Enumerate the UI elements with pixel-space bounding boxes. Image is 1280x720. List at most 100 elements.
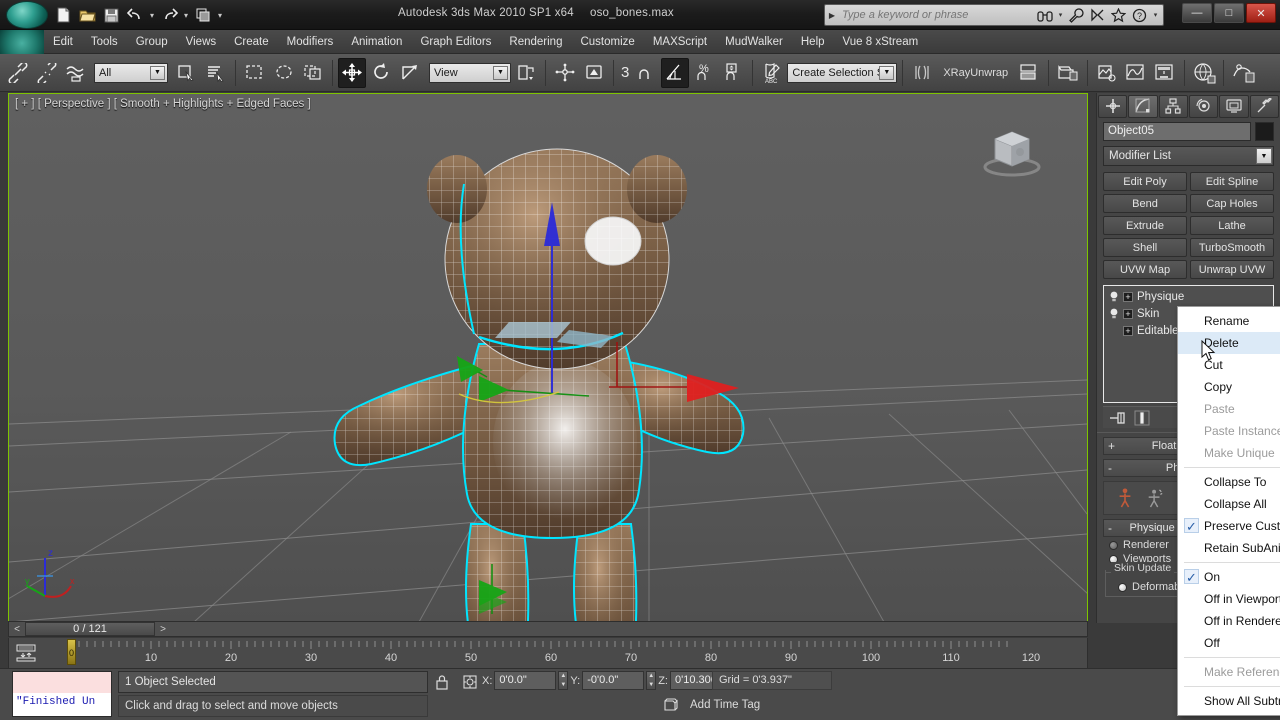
select-move-icon[interactable] — [338, 58, 366, 88]
select-object-icon[interactable] — [173, 58, 201, 88]
ctx-item-rename[interactable]: Rename — [1178, 310, 1280, 332]
angle-snap-icon[interactable] — [661, 58, 689, 88]
modifier-list-dropdown-icon[interactable]: ▼ — [1256, 148, 1272, 164]
time-slider[interactable]: < 0 / 121 > — [8, 621, 1088, 637]
save-icon[interactable] — [100, 4, 122, 26]
window-crossing-icon[interactable] — [299, 58, 327, 88]
redo-icon[interactable] — [158, 4, 180, 26]
ctx-item-preserve-custom-attributes[interactable]: ✓ Preserve Custom Attributes — [1178, 515, 1280, 537]
maxscript-input-row[interactable] — [13, 672, 111, 693]
mirror-icon[interactable] — [551, 58, 579, 88]
ctx-item-copy[interactable]: Copy — [1178, 376, 1280, 398]
expand-icon[interactable]: + — [1123, 309, 1133, 319]
coord-field-y[interactable]: -0'0.0" — [582, 671, 644, 690]
circular-selection-region-icon[interactable] — [270, 58, 298, 88]
tab-hierarchy[interactable] — [1159, 95, 1188, 118]
menu-item-edit[interactable]: Edit — [44, 30, 82, 54]
menu-item-rendering[interactable]: Rendering — [500, 30, 571, 54]
current-frame-marker[interactable]: 0 — [67, 639, 76, 665]
coord-spinner-x[interactable]: ▲▼ — [558, 671, 568, 690]
qat-dropdown-icon[interactable]: ▾ — [216, 11, 224, 20]
menu-item-maxscript[interactable]: MAXScript — [644, 30, 716, 54]
modifier-btn-bend[interactable]: Bend — [1103, 194, 1187, 213]
mirror-sub-icon[interactable] — [908, 58, 936, 88]
select-rotate-icon[interactable] — [367, 58, 395, 88]
undo-dropdown-icon[interactable]: ▾ — [148, 11, 156, 20]
search-expand-icon[interactable]: ▶ — [825, 11, 839, 20]
named-selection-set-dropdown-icon[interactable]: ▼ — [879, 66, 894, 80]
modifier-btn-edit-poly[interactable]: Edit Poly — [1103, 172, 1187, 191]
menu-item-group[interactable]: Group — [127, 30, 177, 54]
menu-item-vue8-xstream[interactable]: Vue 8 xStream — [834, 30, 928, 54]
lightbulb-icon[interactable] — [1108, 307, 1119, 320]
menu-item-animation[interactable]: Animation — [342, 30, 411, 54]
tab-motion[interactable] — [1189, 95, 1218, 118]
selection-filter-dropdown-icon[interactable]: ▼ — [150, 66, 165, 80]
reinitialize-icon[interactable] — [1146, 489, 1164, 507]
open-file-icon[interactable] — [76, 4, 98, 26]
viewport-label[interactable]: [ + ] [ Perspective ] [ Smooth + Highlig… — [15, 98, 311, 110]
lightbulb-icon[interactable] — [1108, 290, 1119, 303]
absolute-relative-toggle-icon[interactable] — [460, 671, 480, 692]
percent-snap-icon[interactable]: % — [690, 58, 718, 88]
schematic-view-icon[interactable] — [1151, 58, 1179, 88]
xray-unwrap-label[interactable]: XRayUnwrap — [937, 67, 1014, 79]
use-center-icon[interactable] — [512, 58, 540, 88]
next-frame-arrow[interactable]: > — [155, 622, 171, 636]
select-by-name-icon[interactable] — [202, 58, 230, 88]
menu-item-customize[interactable]: Customize — [571, 30, 643, 54]
selection-lock-icon[interactable] — [432, 671, 452, 692]
application-menu-button[interactable] — [6, 1, 48, 29]
menu-item-tools[interactable]: Tools — [82, 30, 127, 54]
modifier-btn-shell[interactable]: Shell — [1103, 238, 1187, 257]
ctx-item-collapse-to[interactable]: Collapse To — [1178, 471, 1280, 493]
pin-stack-icon[interactable] — [1109, 409, 1127, 427]
menu-item-create[interactable]: Create — [225, 30, 278, 54]
reference-coordinate-combo[interactable]: View ▼ — [429, 63, 511, 83]
menu-item-graph-editors[interactable]: Graph Editors — [411, 30, 500, 54]
ctx-item-delete[interactable]: Delete — [1178, 332, 1280, 354]
curve-editor-icon[interactable] — [1122, 58, 1150, 88]
coord-field-x[interactable]: 0'0.0" — [494, 671, 556, 690]
infocenter-search[interactable]: ▶ ▾ ? ▾ — [824, 4, 1164, 26]
menu-item-views[interactable]: Views — [177, 30, 225, 54]
material-editor-icon[interactable] — [1190, 58, 1218, 88]
menu-item-help[interactable]: Help — [792, 30, 834, 54]
object-name-field[interactable]: Object05 — [1103, 122, 1251, 141]
star-icon[interactable] — [1110, 7, 1127, 24]
named-selection-set-combo[interactable]: Create Selection Se ▼ — [787, 63, 897, 83]
tab-modify[interactable] — [1128, 95, 1157, 118]
modifier-btn-cap-holes[interactable]: Cap Holes — [1190, 194, 1274, 213]
modifier-btn-edit-spline[interactable]: Edit Spline — [1190, 172, 1274, 191]
object-color-swatch[interactable] — [1255, 122, 1274, 141]
viewcube[interactable] — [979, 119, 1045, 185]
question-icon[interactable]: ? — [1131, 7, 1148, 24]
perspective-viewport[interactable]: [ + ] [ Perspective ] [ Smooth + Highlig… — [8, 93, 1088, 623]
search-dropdown-icon[interactable]: ▾ — [1057, 7, 1064, 24]
coord-spinner-y[interactable]: ▲▼ — [646, 671, 656, 690]
select-link-icon[interactable] — [4, 58, 32, 88]
modifier-btn-extrude[interactable]: Extrude — [1103, 216, 1187, 235]
bind-space-warp-icon[interactable] — [62, 58, 90, 88]
satellite-icon[interactable] — [1089, 7, 1106, 24]
align-icon[interactable] — [580, 58, 608, 88]
rect-selection-region-icon[interactable] — [241, 58, 269, 88]
wrench-icon[interactable] — [1068, 7, 1085, 24]
modifier-stack-row-physique[interactable]: + Physique — [1104, 288, 1273, 305]
maximize-button[interactable]: □ — [1214, 3, 1244, 23]
scene-explorer-icon[interactable] — [1093, 58, 1121, 88]
ctx-item-on[interactable]: ✓ On — [1178, 566, 1280, 588]
modifier-list-combo[interactable]: Modifier List ▼ — [1103, 146, 1274, 166]
minimize-button[interactable]: — — [1182, 3, 1212, 23]
menu-item-modifiers[interactable]: Modifiers — [278, 30, 343, 54]
modifier-btn-unwrap-uvw[interactable]: Unwrap UVW — [1190, 260, 1274, 279]
modifier-btn-uvw-map[interactable]: UVW Map — [1103, 260, 1187, 279]
undo-icon[interactable] — [124, 4, 146, 26]
modifier-btn-turbosmooth[interactable]: TurboSmooth — [1190, 238, 1274, 257]
ctx-item-off[interactable]: Off — [1178, 632, 1280, 654]
binoculars-icon[interactable] — [1036, 7, 1053, 24]
set-project-folder-icon[interactable] — [192, 4, 214, 26]
edit-named-selection-icon[interactable]: ABC — [758, 58, 786, 88]
add-time-tag-label[interactable]: Add Time Tag — [690, 695, 760, 715]
snap-count-label[interactable]: 3 — [619, 64, 631, 81]
